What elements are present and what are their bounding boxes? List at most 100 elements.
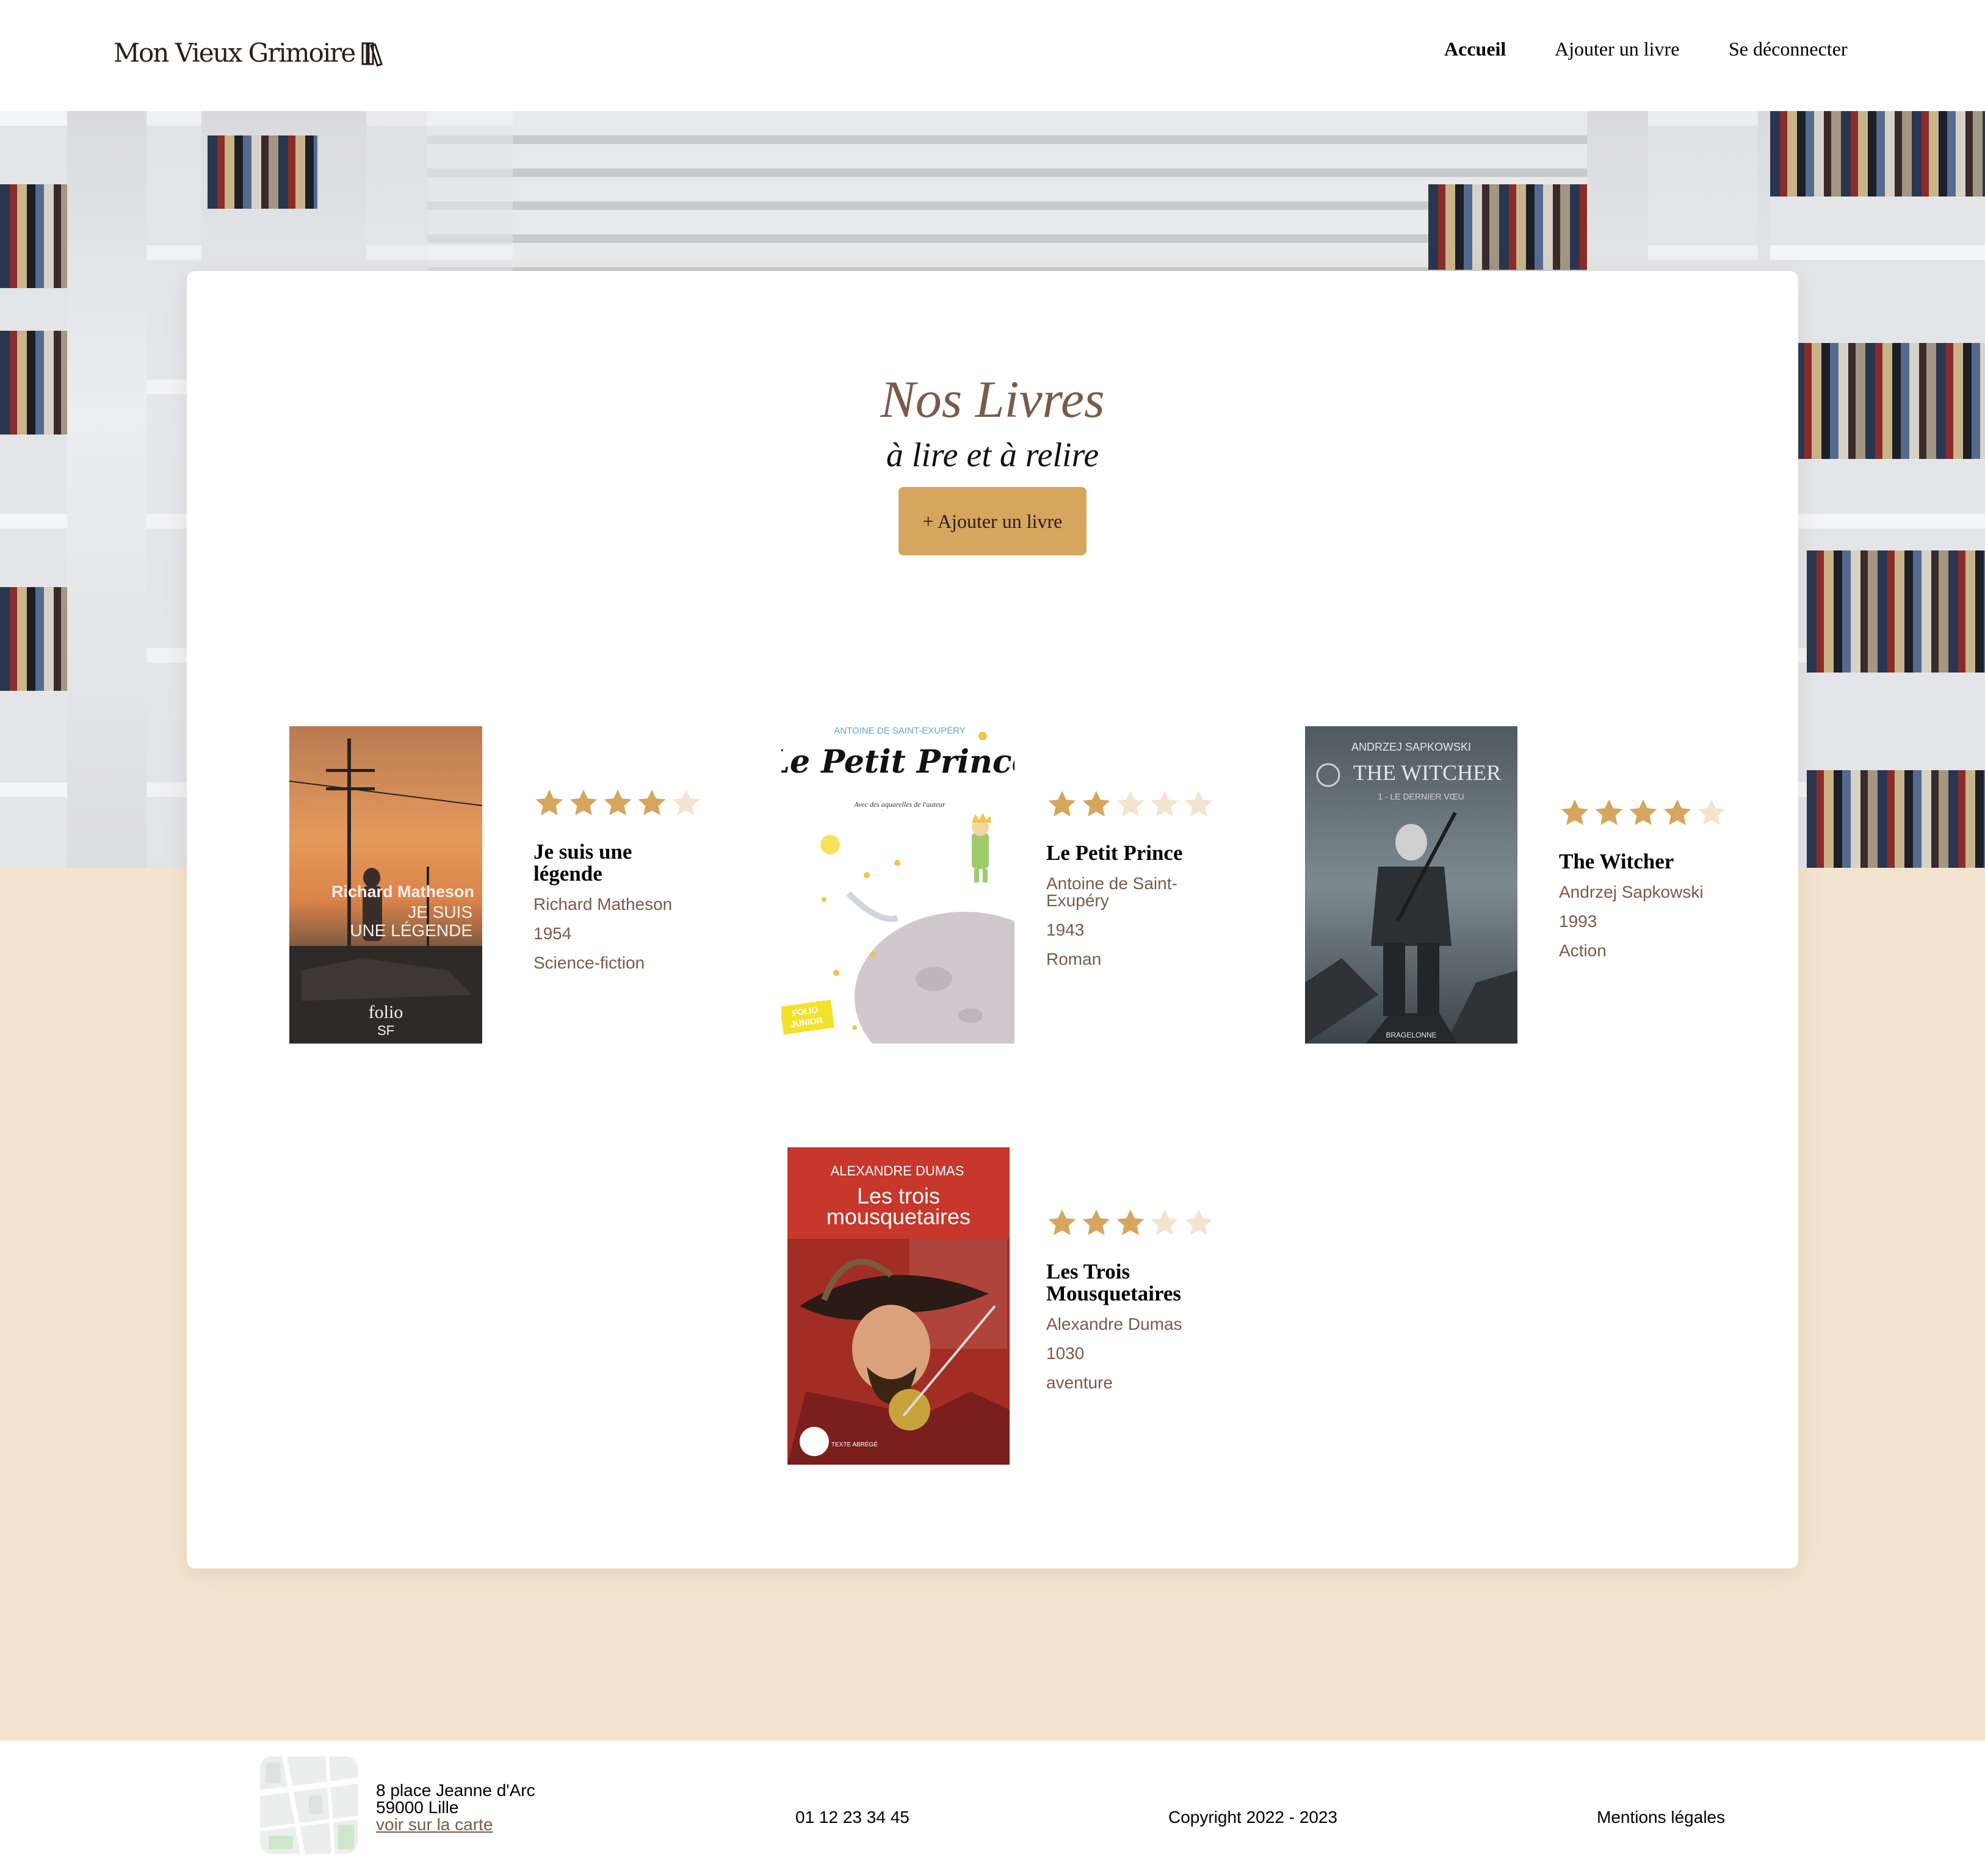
map-thumbnail[interactable] (260, 1756, 358, 1854)
book-year: 1943 (1046, 920, 1085, 939)
address-line: 59000 Lille (376, 1798, 459, 1817)
book-author: Andrzej Sapkowski (1559, 882, 1704, 901)
book-title-line: légende (533, 862, 602, 886)
star-empty-icon (1185, 1209, 1213, 1235)
star-filled-icon (1629, 799, 1657, 825)
star-filled-icon (1663, 799, 1691, 825)
book-year: 1993 (1559, 912, 1597, 931)
site-header: Mon Vieux Grimoire Accueil Ajouter un li… (0, 0, 1985, 111)
book-title[interactable]: Je suis une légende (533, 841, 710, 885)
star-filled-icon (1048, 790, 1076, 817)
cover-title-line: JE SUIS (408, 903, 472, 922)
book-genre: Action (1559, 941, 1607, 960)
star-filled-icon (1116, 1209, 1144, 1235)
books-row (1807, 550, 1985, 673)
book-title[interactable]: The Witcher (1559, 851, 1736, 873)
nav-home-link[interactable]: Accueil (1444, 38, 1506, 60)
star-empty-icon (672, 789, 700, 815)
book-cover-je-suis-une-legende[interactable]: Richard Matheson JE SUIS UNE LÉGENDE fol… (289, 726, 482, 1044)
star-empty-icon (1116, 790, 1144, 817)
book-year: 1954 (533, 924, 572, 943)
book-genre: Science-fiction (533, 953, 645, 972)
legal-mentions-link[interactable]: Mentions légales (1597, 1808, 1725, 1827)
book-cover-les-trois-mousquetaires[interactable]: ALEXANDRE DUMAS Les trois mousquetaires … (787, 1147, 1010, 1465)
site-logo[interactable]: Mon Vieux Grimoire (114, 38, 385, 68)
cover-title-line: UNE LÉGENDE (350, 921, 472, 940)
cover-author-text: ANTOINE DE SAINT-EXUPÉRY (834, 726, 965, 736)
cover-badge: TEXTE ABRÉGÉ (831, 1440, 878, 1448)
cover-author-text: ALEXANDRE DUMAS (831, 1163, 964, 1178)
book-info: Les Trois Mousquetaires Alexandre Dumas … (1046, 1207, 1223, 1391)
map-link[interactable]: voir sur la carte (376, 1816, 535, 1833)
book-author-line: Antoine de Saint- (1046, 874, 1177, 893)
star-empty-icon (1151, 790, 1179, 817)
cover-brand: folio (369, 1002, 403, 1022)
star-filled-icon (1561, 799, 1589, 825)
book-author-line: Exupéry (1046, 891, 1109, 910)
book-info: The Witcher Andrzej Sapkowski 1993 Actio… (1559, 797, 1736, 959)
book-title[interactable]: Les Trois Mousquetaires (1046, 1261, 1223, 1305)
books-row (208, 135, 317, 209)
book-author: Antoine de Saint- Exupéry (1046, 875, 1223, 909)
cover-subtitle: 1 - LE DERNIER VŒU (1378, 792, 1464, 801)
footer-phone: 01 12 23 34 45 (795, 1808, 909, 1827)
books-row (0, 587, 67, 691)
star-filled-icon (535, 789, 563, 815)
star-rating (1046, 1207, 1223, 1239)
cover-art: ALEXANDRE DUMAS Les trois mousquetaires … (787, 1147, 1010, 1465)
shelf-right-2 (1770, 111, 1985, 868)
book-genre: Roman (1046, 950, 1102, 969)
books-row (1428, 184, 1587, 270)
add-book-button[interactable]: + Ajouter un livre (898, 487, 1087, 555)
star-rating (1046, 788, 1223, 820)
book-author: Richard Matheson (533, 895, 673, 914)
cover-art: ANTOINE DE SAINT-EXUPÉRY Le Petit Prince… (781, 723, 1014, 1044)
star-empty-icon (1151, 1209, 1179, 1235)
book-title[interactable]: Le Petit Prince (1046, 842, 1223, 864)
star-rating (533, 787, 710, 819)
book-cover-le-petit-prince[interactable]: ANTOINE DE SAINT-EXUPÉRY Le Petit Prince… (781, 723, 1014, 1044)
star-empty-icon (1698, 799, 1726, 825)
footer-copyright: Copyright 2022 - 2023 (1168, 1808, 1338, 1827)
books-row (1807, 770, 1985, 868)
nav-logout-link[interactable]: Se déconnecter (1729, 38, 1848, 60)
star-filled-icon (1082, 1209, 1110, 1235)
cover-title-text: Le Petit Prince (781, 743, 1014, 781)
star-empty-icon (1185, 790, 1213, 817)
cover-tagline: Avec des aquarelles de l'auteur (853, 800, 945, 809)
books-row (0, 184, 67, 288)
book-info: Je suis une légende Richard Matheson 195… (533, 787, 710, 972)
star-filled-icon (1048, 1209, 1076, 1235)
star-rating (1559, 797, 1736, 829)
star-filled-icon (638, 789, 666, 815)
logo-text: Mon Vieux Grimoire (114, 38, 356, 68)
book-year: 1030 (1046, 1344, 1085, 1363)
book-title-line: Les Trois (1046, 1260, 1130, 1283)
cover-title-line: mousquetaires (826, 1204, 971, 1229)
cover-author-text: Richard Matheson (331, 882, 474, 901)
ceiling-beams (427, 111, 1587, 294)
star-filled-icon (1595, 799, 1623, 825)
cover-brand: SF (377, 1023, 394, 1038)
book-info: Le Petit Prince Antoine de Saint- Exupér… (1046, 788, 1223, 968)
cover-title-text: THE WITCHER (1353, 760, 1501, 785)
books-row (1770, 111, 1985, 197)
book-title-line: Je suis une (533, 840, 632, 864)
star-filled-icon (1082, 790, 1110, 817)
book-cover-the-witcher[interactable]: ANDRZEJ SAPKOWSKI THE WITCHER 1 - LE DER… (1305, 726, 1517, 1044)
page-title: Nos Livres (880, 370, 1105, 428)
address-line: 8 place Jeanne d'Arc (376, 1781, 535, 1800)
cover-art: Richard Matheson JE SUIS UNE LÉGENDE fol… (289, 726, 482, 1044)
footer-address: 8 place Jeanne d'Arc 59000 Lille voir su… (376, 1782, 535, 1833)
map-icon (260, 1756, 358, 1854)
book-genre: aventure (1046, 1373, 1113, 1392)
site-footer: 8 place Jeanne d'Arc 59000 Lille voir su… (0, 1741, 1985, 1876)
cover-art: ANDRZEJ SAPKOWSKI THE WITCHER 1 - LE DER… (1305, 726, 1517, 1044)
page-subtitle: à lire et à relire (886, 436, 1099, 474)
cover-publisher: BRAGELONNE (1386, 1031, 1436, 1039)
star-filled-icon (604, 789, 632, 815)
books-icon (361, 42, 383, 67)
book-title-line: Mousquetaires (1046, 1282, 1182, 1305)
nav-add-book-link[interactable]: Ajouter un livre (1555, 38, 1679, 60)
cover-author-text: ANDRZEJ SAPKOWSKI (1351, 741, 1471, 753)
